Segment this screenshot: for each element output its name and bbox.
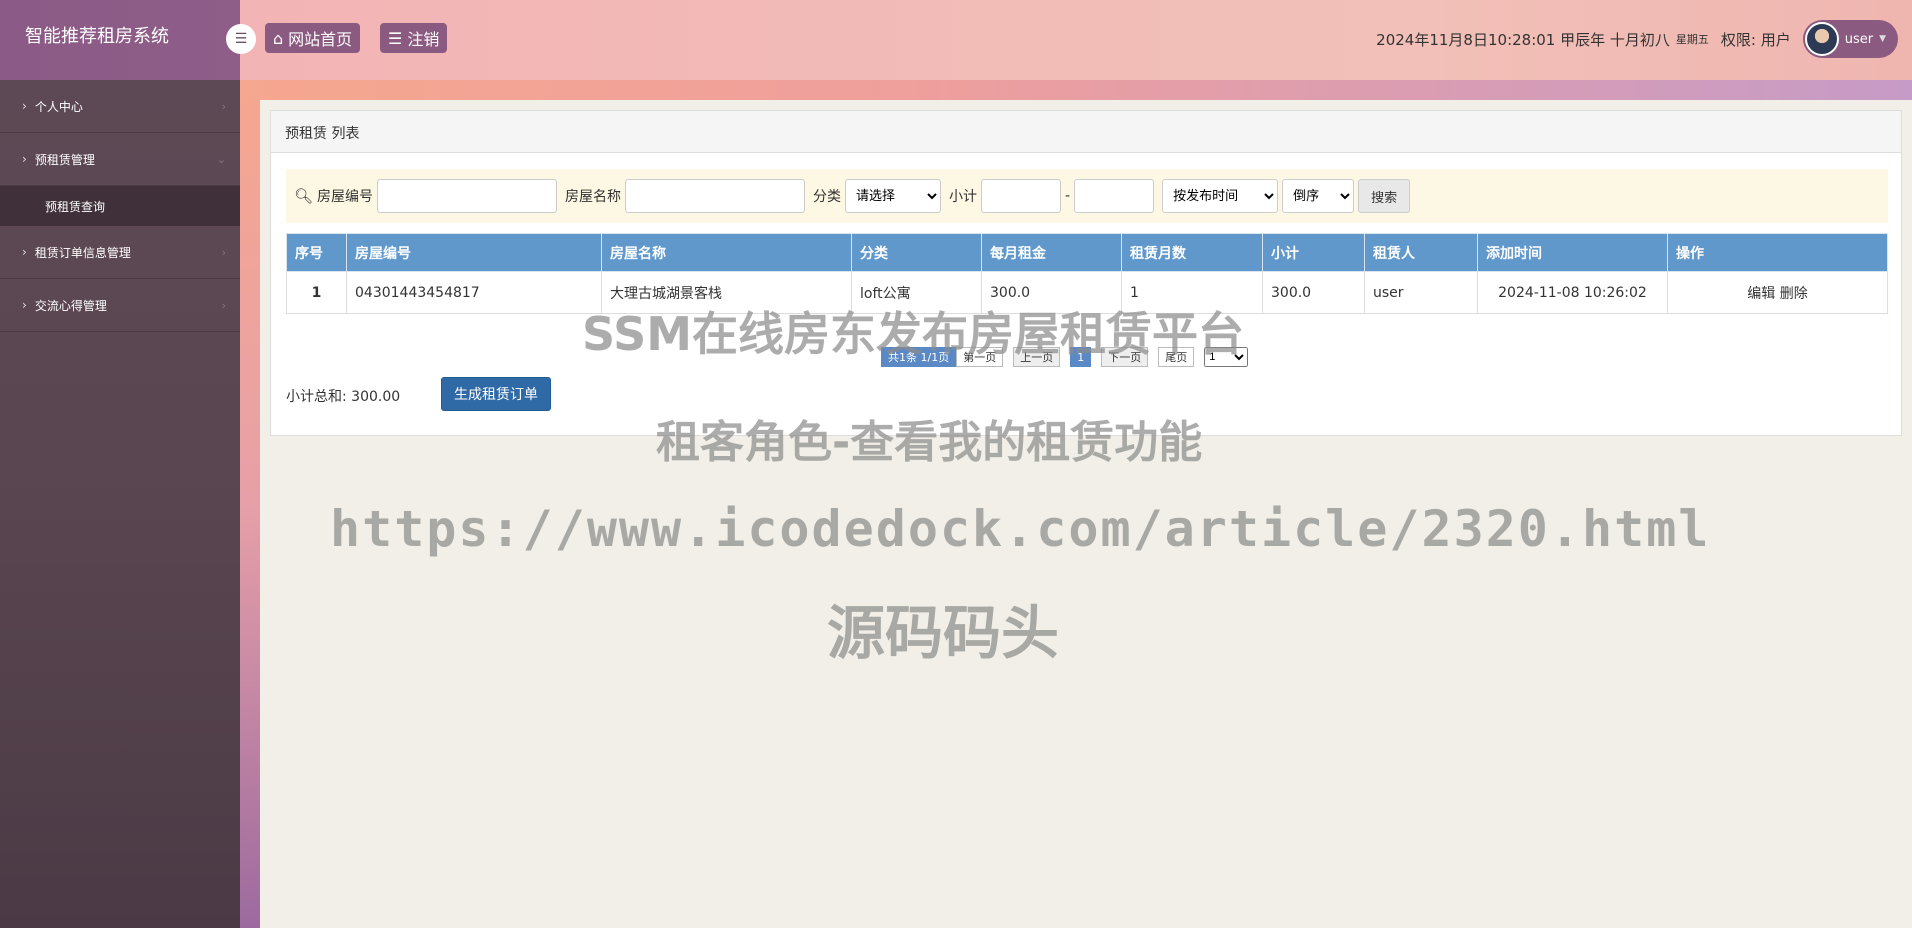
- next-page-button[interactable]: 下一页: [1101, 347, 1149, 367]
- chevron-right-icon: ›: [221, 99, 226, 113]
- col-house-name: 房屋名称: [601, 233, 852, 272]
- subtotal-min-input[interactable]: [981, 179, 1062, 213]
- search-icon: 🔍︎: [294, 187, 314, 205]
- cell-category: loft公寓: [851, 271, 982, 314]
- page-info: 共1条 1/1页: [881, 347, 957, 367]
- col-subtotal: 小计: [1262, 233, 1365, 272]
- order-select[interactable]: 倒序: [1282, 179, 1355, 213]
- weekday: 星期五: [1675, 33, 1709, 46]
- sidebar-item-experience[interactable]: › 交流心得管理 ›: [0, 279, 240, 332]
- cell-added: 2024-11-08 10:26:02: [1477, 271, 1668, 314]
- edit-link[interactable]: 编辑: [1747, 286, 1775, 302]
- col-tenant: 租赁人: [1364, 233, 1478, 272]
- cell-rent: 300.0: [981, 271, 1122, 314]
- chevron-down-icon: ⌄: [216, 152, 226, 166]
- col-actions: 操作: [1667, 233, 1888, 272]
- table-row: 1 04301443454817 大理古城湖景客栈 loft公寓 300.0 1…: [286, 271, 1888, 314]
- chevron-right-icon: ›: [22, 298, 27, 312]
- username: user: [1844, 31, 1874, 47]
- cell-months: 1: [1121, 271, 1263, 314]
- home-button[interactable]: ⌂ 网站首页: [265, 23, 361, 53]
- sidebar-item-label: 预租赁管理: [34, 152, 95, 167]
- cell-house-no: 04301443454817: [346, 271, 602, 314]
- col-house-no: 房屋编号: [346, 233, 602, 272]
- search-button[interactable]: 搜索: [1358, 179, 1411, 213]
- sidebar-subitem-prerent-query[interactable]: 预租赁查询: [0, 186, 240, 226]
- left-gradient-band: [240, 80, 260, 928]
- header-gradient-strip: [240, 80, 1912, 100]
- category-select[interactable]: 请选择: [845, 179, 942, 213]
- chevron-right-icon: ›: [22, 99, 27, 113]
- panel-title: 预租赁 列表: [271, 111, 1901, 153]
- app-title: 智能推荐租房系统: [0, 0, 240, 80]
- range-separator: -: [1065, 188, 1071, 204]
- datetime: 2024年11月8日10:28:01 甲辰年 十月初八: [1376, 30, 1670, 49]
- home-icon: ⌂: [273, 28, 284, 48]
- col-rent: 每月租金: [981, 233, 1122, 272]
- page-select[interactable]: 1: [1204, 347, 1249, 367]
- home-button-label: 网站首页: [288, 30, 353, 49]
- chevron-right-icon: ›: [221, 298, 226, 312]
- watermark-brand: 源码码头: [827, 599, 1060, 667]
- sidebar: 智能推荐租房系统 › 个人中心 › › 预租赁管理 ⌄ 预租赁查询 › 租赁订单…: [0, 0, 240, 928]
- top-bar: ⌂ 网站首页 ☰ 注销 2024年11月8日10:28:01 甲辰年 十月初八 …: [240, 0, 1912, 80]
- user-menu[interactable]: user ▼: [1802, 20, 1898, 58]
- avatar: [1804, 22, 1839, 56]
- cell-index: 1: [286, 271, 347, 314]
- house-name-label: 房屋名称: [565, 189, 622, 205]
- cell-tenant: user: [1364, 271, 1478, 314]
- sidebar-item-orders[interactable]: › 租赁订单信息管理 ›: [0, 226, 240, 279]
- logout-button-label: 注销: [407, 30, 440, 49]
- header-info: 2024年11月8日10:28:01 甲辰年 十月初八 星期五 权限: 用户 u…: [1376, 20, 1898, 58]
- pagination: 共1条 1/1页 第一页 上一页 1 下一页 尾页 1: [881, 347, 1249, 367]
- chevron-right-icon: ›: [22, 245, 27, 259]
- caret-down-icon: ▼: [1879, 34, 1886, 44]
- menu-toggle-icon[interactable]: ☰: [226, 24, 256, 54]
- sidebar-item-profile[interactable]: › 个人中心 ›: [0, 80, 240, 133]
- prev-page-button[interactable]: 上一页: [1013, 347, 1061, 367]
- col-added: 添加时间: [1477, 233, 1668, 272]
- chevron-right-icon: ›: [22, 152, 27, 166]
- sort-by-select[interactable]: 按发布时间: [1162, 179, 1279, 213]
- category-label: 分类: [813, 189, 842, 205]
- menu-icon: ☰: [388, 28, 403, 48]
- subtotal-max-input[interactable]: [1074, 179, 1155, 213]
- sidebar-item-label: 交流心得管理: [34, 298, 107, 313]
- watermark-url: https://www.icodedock.com/article/2320.h…: [330, 500, 1711, 558]
- sidebar-item-label: 租赁订单信息管理: [34, 245, 131, 260]
- col-index: 序号: [286, 233, 347, 272]
- cell-actions: 编辑 删除: [1667, 271, 1888, 314]
- subtotal-sum: 小计总和: 300.00: [286, 389, 401, 405]
- prerent-table: 序号 房屋编号 房屋名称 分类 每月租金 租赁月数 小计 租赁人 添加时间 操作…: [286, 233, 1888, 314]
- house-no-input[interactable]: [377, 179, 558, 213]
- house-no-label: 房屋编号: [317, 189, 374, 205]
- last-page-button[interactable]: 尾页: [1158, 347, 1195, 367]
- current-page-button[interactable]: 1: [1070, 347, 1092, 367]
- main-panel: 预租赁 列表 🔍︎ 房屋编号 房屋名称 分类 请选择 小计 - 按发布时间 倒序…: [270, 110, 1902, 436]
- delete-link[interactable]: 删除: [1780, 286, 1808, 302]
- search-bar: 🔍︎ 房屋编号 房屋名称 分类 请选择 小计 - 按发布时间 倒序 搜索: [286, 169, 1888, 223]
- subtotal-label: 小计: [949, 189, 978, 205]
- cell-subtotal: 300.0: [1262, 271, 1365, 314]
- col-category: 分类: [851, 233, 982, 272]
- sidebar-item-prerent[interactable]: › 预租赁管理 ⌄: [0, 133, 240, 186]
- house-name-input[interactable]: [625, 179, 806, 213]
- chevron-right-icon: ›: [221, 245, 226, 259]
- first-page-button[interactable]: 第一页: [956, 347, 1004, 367]
- logout-button[interactable]: ☰ 注销: [380, 23, 448, 53]
- permission: 权限: 用户: [1720, 30, 1791, 49]
- generate-order-button[interactable]: 生成租赁订单: [441, 377, 551, 411]
- sidebar-subitem-label: 预租赁查询: [45, 199, 106, 214]
- cell-house-name: 大理古城湖景客栈: [601, 271, 852, 314]
- col-months: 租赁月数: [1121, 233, 1263, 272]
- sidebar-item-label: 个人中心: [34, 99, 83, 114]
- table-header-row: 序号 房屋编号 房屋名称 分类 每月租金 租赁月数 小计 租赁人 添加时间 操作: [286, 233, 1888, 272]
